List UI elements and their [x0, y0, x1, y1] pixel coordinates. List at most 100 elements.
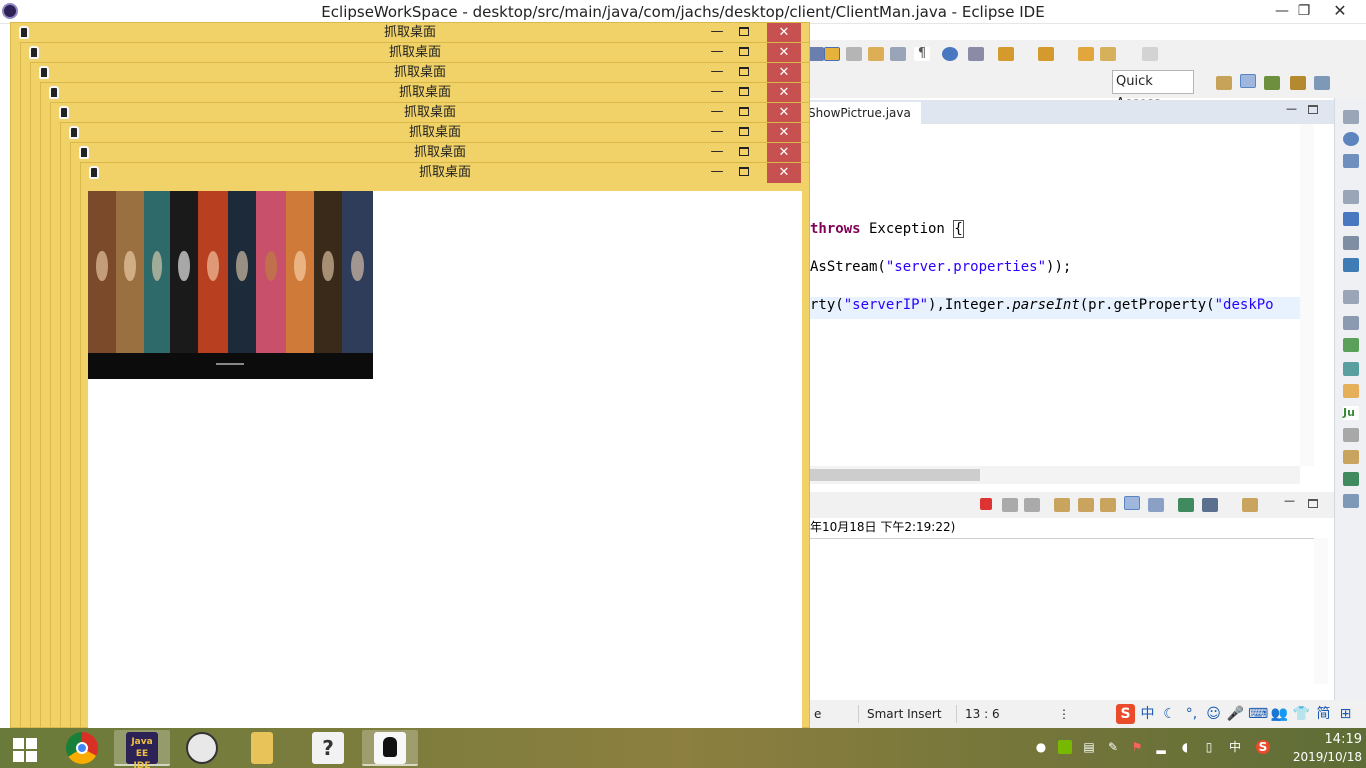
- maximize-button[interactable]: [739, 167, 749, 176]
- editor-vertical-scrollbar[interactable]: [1300, 124, 1314, 466]
- qq-icon[interactable]: ●: [1034, 740, 1048, 754]
- ime-user-icon[interactable]: 👥: [1270, 704, 1289, 724]
- ime-grid-icon[interactable]: ⊞: [1336, 704, 1355, 724]
- taskbar-file-explorer[interactable]: [234, 730, 290, 766]
- junit-icon[interactable]: Ju: [1343, 406, 1359, 420]
- close-button[interactable]: ✕: [767, 143, 801, 163]
- console-output[interactable]: [806, 538, 1314, 684]
- editor-horizontal-scrollbar[interactable]: [806, 466, 1300, 484]
- history-icon[interactable]: [1343, 494, 1359, 508]
- ime-punctuation-icon[interactable]: °,: [1182, 704, 1201, 724]
- maximize-view-icon[interactable]: [1308, 499, 1318, 508]
- maximize-button[interactable]: [739, 147, 749, 156]
- close-button[interactable]: ✕: [1320, 0, 1360, 22]
- chat-icon[interactable]: [1343, 258, 1359, 272]
- next-annotation-icon[interactable]: [998, 47, 1014, 61]
- maximize-button[interactable]: [739, 27, 749, 36]
- ime-skin-icon[interactable]: 👕: [1292, 704, 1311, 724]
- outline-icon[interactable]: [1343, 212, 1359, 226]
- globe-icon[interactable]: [942, 47, 958, 61]
- word-wrap-icon[interactable]: [1100, 498, 1116, 512]
- taskbar-capture-app[interactable]: [362, 730, 418, 766]
- toolbar-icon-3[interactable]: [846, 47, 862, 61]
- taskbar-eclipse[interactable]: Java EE IDE: [114, 730, 170, 768]
- task-list-icon[interactable]: [1343, 236, 1359, 250]
- clear-console-icon[interactable]: [1054, 498, 1070, 512]
- java-ee-perspective-icon[interactable]: [1240, 74, 1256, 88]
- start-button[interactable]: [0, 728, 52, 768]
- battery-icon[interactable]: ▯: [1202, 740, 1216, 754]
- progress-icon[interactable]: [1343, 472, 1359, 486]
- minimize-button[interactable]: —: [707, 163, 727, 183]
- scroll-lock-icon[interactable]: [1078, 498, 1094, 512]
- ime-moon-icon[interactable]: ☾: [1160, 704, 1179, 724]
- restore-icon[interactable]: [1343, 290, 1359, 304]
- pilcrow-icon[interactable]: ¶: [914, 47, 930, 61]
- forward-icon[interactable]: [1142, 47, 1158, 61]
- ime-mic-icon[interactable]: 🎤: [1226, 704, 1245, 724]
- taskbar-chrome[interactable]: [54, 730, 110, 766]
- wrench-icon[interactable]: [1343, 384, 1359, 398]
- maximize-button[interactable]: [739, 127, 749, 136]
- minimize-button[interactable]: —: [707, 63, 727, 83]
- ime-simplified-icon[interactable]: 简: [1314, 704, 1333, 724]
- taskbar-manga-app[interactable]: [174, 730, 230, 766]
- sogou-icon[interactable]: S: [1116, 704, 1135, 724]
- toolbar-icon-4[interactable]: [868, 47, 884, 61]
- remove-all-icon[interactable]: [1024, 498, 1040, 512]
- show-on-error-icon[interactable]: [1148, 498, 1164, 512]
- maximize-button[interactable]: [739, 47, 749, 56]
- close-button[interactable]: ✕: [767, 103, 801, 123]
- minimize-button[interactable]: —: [707, 103, 727, 123]
- console-vertical-scrollbar[interactable]: [1314, 538, 1328, 684]
- open-console-icon[interactable]: [1242, 498, 1258, 512]
- code-editor[interactable]: throws Exception { AsStream("server.prop…: [806, 124, 1304, 466]
- toolbar-icon-5[interactable]: [890, 47, 906, 61]
- ime-emoji-icon[interactable]: ☺: [1204, 704, 1223, 724]
- git-perspective-icon[interactable]: [1314, 76, 1330, 90]
- debug-perspective-icon[interactable]: [1264, 76, 1280, 90]
- minimize-button[interactable]: —: [707, 43, 727, 63]
- back-icon[interactable]: [1100, 47, 1116, 61]
- toolbar-icon-8[interactable]: [968, 47, 984, 61]
- ime-indicator[interactable]: 中: [1228, 740, 1242, 754]
- network-icon[interactable]: ▂: [1154, 740, 1168, 754]
- display-console-icon[interactable]: [1202, 498, 1218, 512]
- clock-time[interactable]: 14:19: [1286, 732, 1362, 747]
- maximize-view-icon[interactable]: [1308, 105, 1318, 114]
- close-button[interactable]: ✕: [767, 83, 801, 103]
- tools-icon[interactable]: ✎: [1106, 740, 1120, 754]
- snippets-icon[interactable]: [1343, 362, 1359, 376]
- close-button[interactable]: ✕: [767, 63, 801, 83]
- view-icon[interactable]: [1343, 154, 1359, 168]
- close-button[interactable]: ✕: [767, 123, 801, 143]
- restore-icon[interactable]: [1343, 190, 1359, 204]
- restore-button[interactable]: ❐: [1284, 0, 1324, 22]
- volume-icon[interactable]: ◖: [1178, 740, 1192, 754]
- open-perspective-icon[interactable]: [1216, 76, 1232, 90]
- minimize-button[interactable]: —: [707, 143, 727, 163]
- java-perspective-icon[interactable]: [1290, 76, 1306, 90]
- tab-showpictrue-java[interactable]: ShowPictrue.java: [806, 102, 921, 124]
- taskbar-help[interactable]: ?: [300, 730, 356, 766]
- close-button[interactable]: ✕: [767, 23, 801, 43]
- maximize-button[interactable]: [739, 67, 749, 76]
- action-center-icon[interactable]: ⚑: [1130, 740, 1144, 754]
- maximize-button[interactable]: [739, 87, 749, 96]
- nvidia-icon[interactable]: [1058, 740, 1072, 754]
- data-source-icon[interactable]: [1343, 338, 1359, 352]
- close-button[interactable]: ✕: [767, 163, 801, 183]
- clock-date[interactable]: 2019/10/18: [1270, 750, 1362, 764]
- scroll-thumb[interactable]: [810, 469, 980, 481]
- last-edit-icon[interactable]: [1078, 47, 1094, 61]
- search-view-icon[interactable]: [1343, 450, 1359, 464]
- pin-console-icon[interactable]: [1178, 498, 1194, 512]
- minimize-view-icon[interactable]: —: [1286, 102, 1300, 115]
- ime-chinese-mode[interactable]: 中: [1138, 704, 1157, 724]
- remove-launch-icon[interactable]: [1002, 498, 1018, 512]
- toolbar-edit-icon[interactable]: [824, 47, 840, 61]
- close-button[interactable]: ✕: [767, 43, 801, 63]
- toolbar-icon-1[interactable]: [808, 47, 824, 61]
- minimize-view-icon[interactable]: —: [1284, 494, 1295, 507]
- servers-icon[interactable]: [1343, 316, 1359, 330]
